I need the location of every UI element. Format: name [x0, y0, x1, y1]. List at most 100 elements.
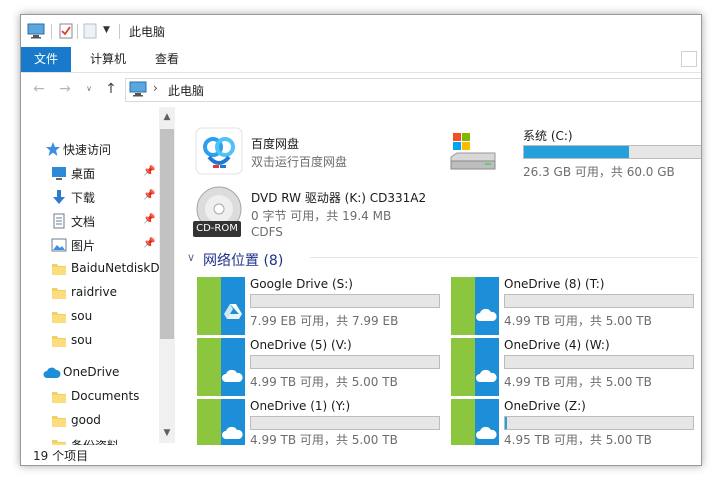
- pin-icon[interactable]: 📌: [143, 166, 155, 177]
- sidebar-item-good[interactable]: good: [21, 409, 159, 433]
- sidebar-item-label: BaiduNetdiskD: [71, 261, 159, 275]
- scroll-down-arrow[interactable]: ▼: [159, 425, 175, 441]
- sidebar-item-label: 图片: [71, 239, 96, 253]
- pin-icon[interactable]: 📌: [143, 238, 155, 249]
- sidebar-item-onedrive[interactable]: OneDrive: [21, 361, 159, 385]
- properties-icon[interactable]: [59, 23, 73, 42]
- network-drive-name: OneDrive (1) (Y:): [250, 399, 351, 413]
- pin-icon[interactable]: 📌: [143, 214, 155, 225]
- chevron-right-icon[interactable]: ›: [153, 81, 158, 95]
- scroll-up-arrow[interactable]: ▲: [159, 109, 175, 125]
- cloud-icon: [43, 365, 61, 381]
- sidebar-item-sou-2[interactable]: sou: [21, 329, 159, 353]
- network-drive-name: OneDrive (8) (T:): [504, 277, 605, 291]
- drive-c-space: 26.3 GB 可用，共 60.0 GB: [523, 165, 675, 179]
- onedrive-icon: [197, 399, 245, 445]
- network-drive-usage-bar: [250, 355, 440, 369]
- item-count: 19 个项目: [33, 449, 89, 463]
- network-drive-space: 4.99 TB 可用，共 5.00 TB: [504, 375, 652, 389]
- baidu-netdisk-item[interactable]: 百度网盘 双击运行百度网盘: [195, 125, 455, 179]
- recent-locations-dropdown[interactable]: ∨: [79, 79, 99, 99]
- tab-computer[interactable]: 计算机: [75, 47, 141, 72]
- tab-view[interactable]: 查看: [143, 47, 191, 72]
- network-drive-usage-fill: [505, 417, 507, 429]
- sidebar-item-label: 下载: [71, 191, 96, 205]
- sidebar-scrollbar[interactable]: ▲ ▼: [159, 107, 175, 443]
- sidebar-item-baidunetdisk[interactable]: BaiduNetdiskD: [21, 257, 159, 281]
- sidebar-item-quick-access[interactable]: 快速访问: [21, 137, 159, 161]
- drive-c-usage-bar: [523, 145, 701, 159]
- sidebar-item-raidrive[interactable]: raidrive: [21, 281, 159, 305]
- picture-icon: [51, 237, 67, 253]
- network-drive-usage-bar: [504, 355, 694, 369]
- onedrive-icon: [451, 399, 499, 445]
- network-drive-t[interactable]: OneDrive (8) (T:) 4.99 TB 可用，共 5.00 TB: [451, 277, 701, 335]
- hard-drive-icon: [449, 131, 497, 176]
- ribbon: 文件 计算机 查看: [21, 47, 701, 73]
- folder-icon: [51, 309, 67, 325]
- window-title: 此电脑: [129, 25, 166, 39]
- sidebar-item-label: 快速访问: [63, 143, 112, 157]
- customize-toolbar-dropdown[interactable]: ▼: [103, 25, 110, 35]
- sidebar-item-pictures[interactable]: 图片 📌: [21, 233, 159, 257]
- sidebar-item-onedrive-documents[interactable]: Documents: [21, 385, 159, 409]
- network-drive-usage-bar: [504, 294, 694, 308]
- document-icon: [51, 213, 67, 229]
- status-bar: 19 个项目: [21, 445, 701, 465]
- content-pane: 百度网盘 双击运行百度网盘 系统 (C:) 26.3 GB 可用，共 60.0 …: [177, 105, 701, 447]
- sidebar-item-desktop[interactable]: 桌面 📌: [21, 161, 159, 185]
- sidebar-item-label: sou: [71, 333, 93, 347]
- explorer-window: ▼ 此电脑 文件 计算机 查看 ← → ∨ ↑ › 此电脑 快速访问 桌面 📌 …: [20, 14, 702, 466]
- network-drive-s[interactable]: Google Drive (S:) 7.99 EB 可用，共 7.99 EB: [197, 277, 447, 335]
- baidu-netdisk-subtitle: 双击运行百度网盘: [251, 155, 348, 169]
- network-drive-usage-bar: [504, 416, 694, 430]
- address-bar[interactable]: › 此电脑: [125, 78, 701, 102]
- folder-icon: [51, 333, 67, 349]
- network-drive-z[interactable]: OneDrive (Z:) 4.95 TB 可用，共 5.00 TB: [451, 399, 701, 447]
- baidu-netdisk-name: 百度网盘: [251, 137, 300, 151]
- pin-icon[interactable]: 📌: [143, 190, 155, 201]
- drive-c-usage-fill: [524, 146, 630, 158]
- scroll-thumb[interactable]: [160, 129, 174, 339]
- folder-icon: [51, 285, 67, 301]
- group-divider: [310, 257, 698, 258]
- drive-c-name: 系统 (C:): [523, 129, 573, 143]
- title-bar: ▼ 此电脑: [21, 15, 701, 47]
- address-path[interactable]: 此电脑: [168, 82, 204, 99]
- computer-icon[interactable]: [27, 23, 45, 42]
- up-button[interactable]: ↑: [101, 79, 121, 99]
- onedrive-icon: [451, 277, 499, 335]
- network-drive-y[interactable]: OneDrive (1) (Y:) 4.99 TB 可用，共 5.00 TB: [197, 399, 447, 447]
- ribbon-expand-button[interactable]: [681, 51, 697, 67]
- navigation-pane: 快速访问 桌面 📌 下载 📌 文档 📌 图片 📌 BaiduNetdiskD r…: [21, 105, 175, 453]
- sidebar-item-label: raidrive: [71, 285, 117, 299]
- network-drive-w[interactable]: OneDrive (4) (W:) 4.99 TB 可用，共 5.00 TB: [451, 338, 701, 396]
- sidebar-item-documents[interactable]: 文档 📌: [21, 209, 159, 233]
- sidebar-item-label: sou: [71, 309, 93, 323]
- onedrive-icon: [197, 338, 245, 396]
- new-folder-icon[interactable]: [83, 23, 97, 42]
- star-icon: [45, 141, 61, 157]
- network-drive-space: 4.99 TB 可用，共 5.00 TB: [504, 314, 652, 328]
- back-button[interactable]: ←: [29, 79, 49, 99]
- desktop-icon: [51, 165, 67, 181]
- network-drive-v[interactable]: OneDrive (5) (V:) 4.99 TB 可用，共 5.00 TB: [197, 338, 447, 396]
- dvd-drive-name: DVD RW 驱动器 (K:) CD331A2: [251, 191, 427, 205]
- network-drive-usage-bar: [250, 416, 440, 430]
- folder-icon: [51, 413, 67, 429]
- sidebar-item-downloads[interactable]: 下载 📌: [21, 185, 159, 209]
- collapse-group-chevron[interactable]: ∨: [187, 251, 195, 264]
- folder-icon: [51, 389, 67, 405]
- dvd-drive-item[interactable]: CD-ROM DVD RW 驱动器 (K:) CD331A2 0 字节 可用，共…: [193, 185, 495, 243]
- cd-rom-badge: CD-ROM: [193, 221, 241, 237]
- sidebar-item-label: OneDrive: [63, 365, 120, 379]
- drive-c-item[interactable]: 系统 (C:) 26.3 GB 可用，共 60.0 GB: [449, 125, 701, 179]
- sidebar-item-label: 文档: [71, 215, 96, 229]
- network-locations-header[interactable]: 网络位置 (8): [203, 250, 283, 270]
- tab-file[interactable]: 文件: [21, 47, 71, 72]
- sidebar-item-sou[interactable]: sou: [21, 305, 159, 329]
- forward-button[interactable]: →: [55, 79, 75, 99]
- onedrive-icon: [451, 338, 499, 396]
- network-drive-space: 7.99 EB 可用，共 7.99 EB: [250, 314, 399, 328]
- folder-icon: [51, 261, 67, 277]
